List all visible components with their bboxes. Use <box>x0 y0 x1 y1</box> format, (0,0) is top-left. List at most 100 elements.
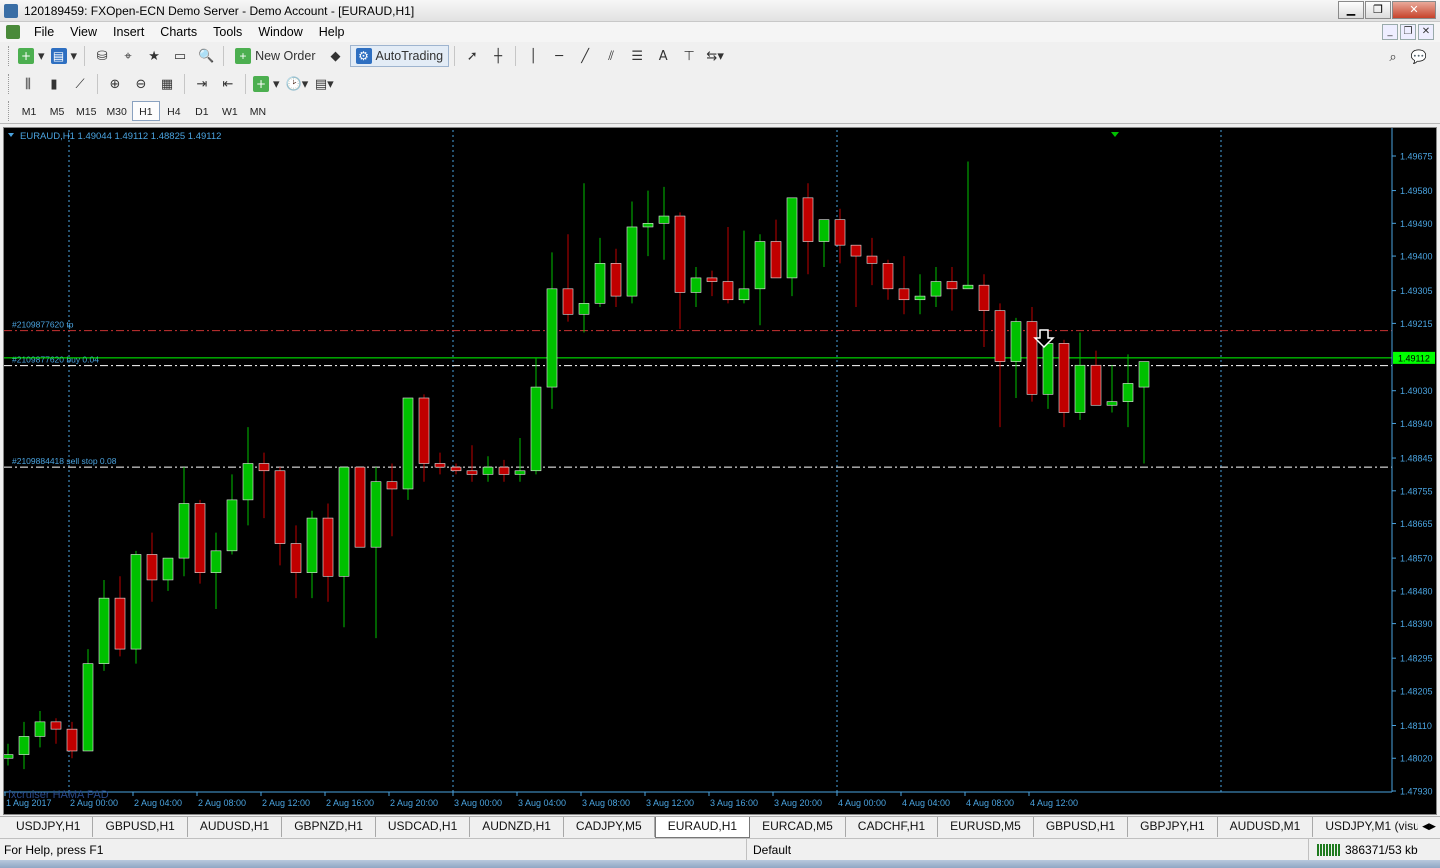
metaeditor-icon[interactable]: ◆ <box>324 45 348 67</box>
bar-chart-icon[interactable]: ⫼ <box>16 73 40 95</box>
candle-body <box>962 284 974 290</box>
chart-tab[interactable]: AUDUSD,M1 <box>1218 817 1314 837</box>
os-taskbar <box>0 860 1440 868</box>
menu-view[interactable]: View <box>62 22 105 42</box>
tile-windows-icon[interactable]: ▦ <box>155 73 179 95</box>
zoom-in-icon[interactable]: ⊕ <box>103 73 127 95</box>
chart-tab[interactable]: CADJPY,M5 <box>564 817 655 837</box>
equidistant-channel-icon[interactable]: ⫽ <box>599 45 623 67</box>
candle-body <box>450 466 462 472</box>
profiles-icon[interactable]: ▤ ▾ <box>49 45 80 67</box>
mdi-close-button[interactable]: ✕ <box>1418 24 1434 40</box>
candle-body <box>578 303 590 315</box>
candle-body <box>1010 321 1022 362</box>
strategy-tester-icon[interactable]: 🔍 <box>194 45 218 67</box>
fibonacci-icon[interactable]: ☰ <box>625 45 649 67</box>
chart-tab[interactable]: GBPUSD,H1 <box>93 817 188 837</box>
mdi-minimize-button[interactable]: _ <box>1382 24 1398 40</box>
chart-tab[interactable]: GBPNZD,H1 <box>282 817 376 837</box>
timeframe-m1[interactable]: M1 <box>15 101 43 121</box>
timeframe-mn[interactable]: MN <box>244 101 272 121</box>
time-tick-label: 2 Aug 08:00 <box>198 798 246 808</box>
vertical-line-icon[interactable]: │ <box>521 45 545 67</box>
tab-scroll-arrows-icon[interactable]: ◀▶ <box>1418 817 1440 837</box>
mdi-restore-button[interactable]: ❐ <box>1400 24 1416 40</box>
chart-tab[interactable]: AUDUSD,H1 <box>188 817 283 837</box>
candle-body <box>1106 401 1118 406</box>
auto-scroll-icon[interactable]: ⇥ <box>190 73 214 95</box>
window-titlebar: 120189459: FXOpen-ECN Demo Server - Demo… <box>0 0 1440 22</box>
price-tick-label: 1.48205 <box>1400 686 1433 696</box>
menu-insert[interactable]: Insert <box>105 22 152 42</box>
menu-charts[interactable]: Charts <box>152 22 205 42</box>
candlesticks-icon[interactable]: ▮ <box>42 73 66 95</box>
candle-body <box>482 466 494 475</box>
menu-tools[interactable]: Tools <box>205 22 250 42</box>
restore-button[interactable]: ❐ <box>1365 1 1391 19</box>
zoom-out-icon[interactable]: ⊖ <box>129 73 153 95</box>
timeframe-h1[interactable]: H1 <box>131 100 160 121</box>
arrows-icon[interactable]: ⇆▾ <box>703 45 727 67</box>
chart-tab[interactable]: EURUSD,M5 <box>938 817 1034 837</box>
candle-body <box>1058 343 1070 413</box>
line-chart-icon[interactable]: ⟋ <box>68 73 92 95</box>
close-button[interactable]: ✕ <box>1392 1 1436 19</box>
text-tool-icon[interactable]: A <box>651 45 675 67</box>
autotrading-button[interactable]: ⚙ AutoTrading <box>349 45 450 67</box>
mdi-controls: _ ❐ ✕ <box>1380 24 1434 40</box>
chat-icon[interactable]: 💬 <box>1407 46 1431 68</box>
templates-icon[interactable]: ▤▾ <box>312 73 336 95</box>
chart-tab[interactable]: AUDNZD,H1 <box>470 817 564 837</box>
chart-shift-icon[interactable]: ⇤ <box>216 73 240 95</box>
candle-body <box>994 310 1006 362</box>
crosshair-icon[interactable]: ┼ <box>486 45 510 67</box>
chart-tab[interactable]: USDJPY,H1 <box>4 817 94 837</box>
current-price-label: 1.49112 <box>1398 353 1430 363</box>
indicators-icon[interactable]: + ▾ <box>251 73 282 95</box>
chart-tab[interactable]: CADCHF,H1 <box>846 817 939 837</box>
chart-window-icon[interactable] <box>6 25 20 39</box>
minimize-button[interactable]: ▁ <box>1338 1 1364 19</box>
text-label-icon[interactable]: ⊤ <box>677 45 701 67</box>
navigator-icon[interactable]: ★ <box>142 45 166 67</box>
data-window-icon[interactable]: ⌖ <box>116 45 140 67</box>
candle-body <box>674 215 686 293</box>
candle-body <box>418 397 430 464</box>
time-tick-label: 2 Aug 16:00 <box>326 798 374 808</box>
menu-file[interactable]: File <box>26 22 62 42</box>
timeframe-w1[interactable]: W1 <box>216 101 244 121</box>
chart-tab[interactable]: USDCAD,H1 <box>376 817 471 837</box>
timeframe-h4[interactable]: H4 <box>160 101 188 121</box>
timeframe-d1[interactable]: D1 <box>188 101 216 121</box>
cursor-icon[interactable]: ➚ <box>460 45 484 67</box>
horizontal-line-icon[interactable]: ─ <box>547 45 571 67</box>
chart-tab[interactable]: GBPUSD,H1 <box>1034 817 1129 837</box>
new-chart-icon[interactable]: + ▾ <box>16 45 47 67</box>
price-tick-label: 1.48110 <box>1400 721 1432 731</box>
timeframe-m30[interactable]: M30 <box>101 101 131 121</box>
market-watch-icon[interactable]: ⛁ <box>90 45 114 67</box>
chart-tab[interactable]: EURAUD,H1 <box>654 817 751 838</box>
candle-body <box>754 241 766 290</box>
price-tick-label: 1.48570 <box>1400 554 1433 564</box>
trendline-icon[interactable]: ╱ <box>573 45 597 67</box>
candle-body <box>514 470 526 475</box>
periods-icon[interactable]: 🕑▾ <box>284 73 311 95</box>
chart-info-header: EURAUD,H1 1.49044 1.49112 1.48825 1.4911… <box>20 131 221 142</box>
terminal-icon[interactable]: ▭ <box>168 45 192 67</box>
price-tick-label: 1.48755 <box>1400 486 1433 496</box>
timeframe-m15[interactable]: M15 <box>71 101 101 121</box>
menu-window[interactable]: Window <box>250 22 310 42</box>
toolbar-right: ⌕ 💬 <box>1380 46 1432 68</box>
toolbar-grip <box>8 74 11 94</box>
price-chart[interactable]: #2109877620 tp #2109877620 buy 0.04 #21098… <box>4 128 1436 814</box>
search-icon[interactable]: ⌕ <box>1381 46 1405 68</box>
candle-body <box>146 554 158 581</box>
new-order-button[interactable]: + New Order <box>229 45 321 67</box>
toolbar-grip <box>8 46 11 66</box>
menu-help[interactable]: Help <box>311 22 353 42</box>
chart-tab[interactable]: EURCAD,M5 <box>750 817 846 837</box>
timeframe-m5[interactable]: M5 <box>43 101 71 121</box>
new-order-icon: + <box>235 48 252 64</box>
chart-tab[interactable]: GBPJPY,H1 <box>1128 817 1218 837</box>
